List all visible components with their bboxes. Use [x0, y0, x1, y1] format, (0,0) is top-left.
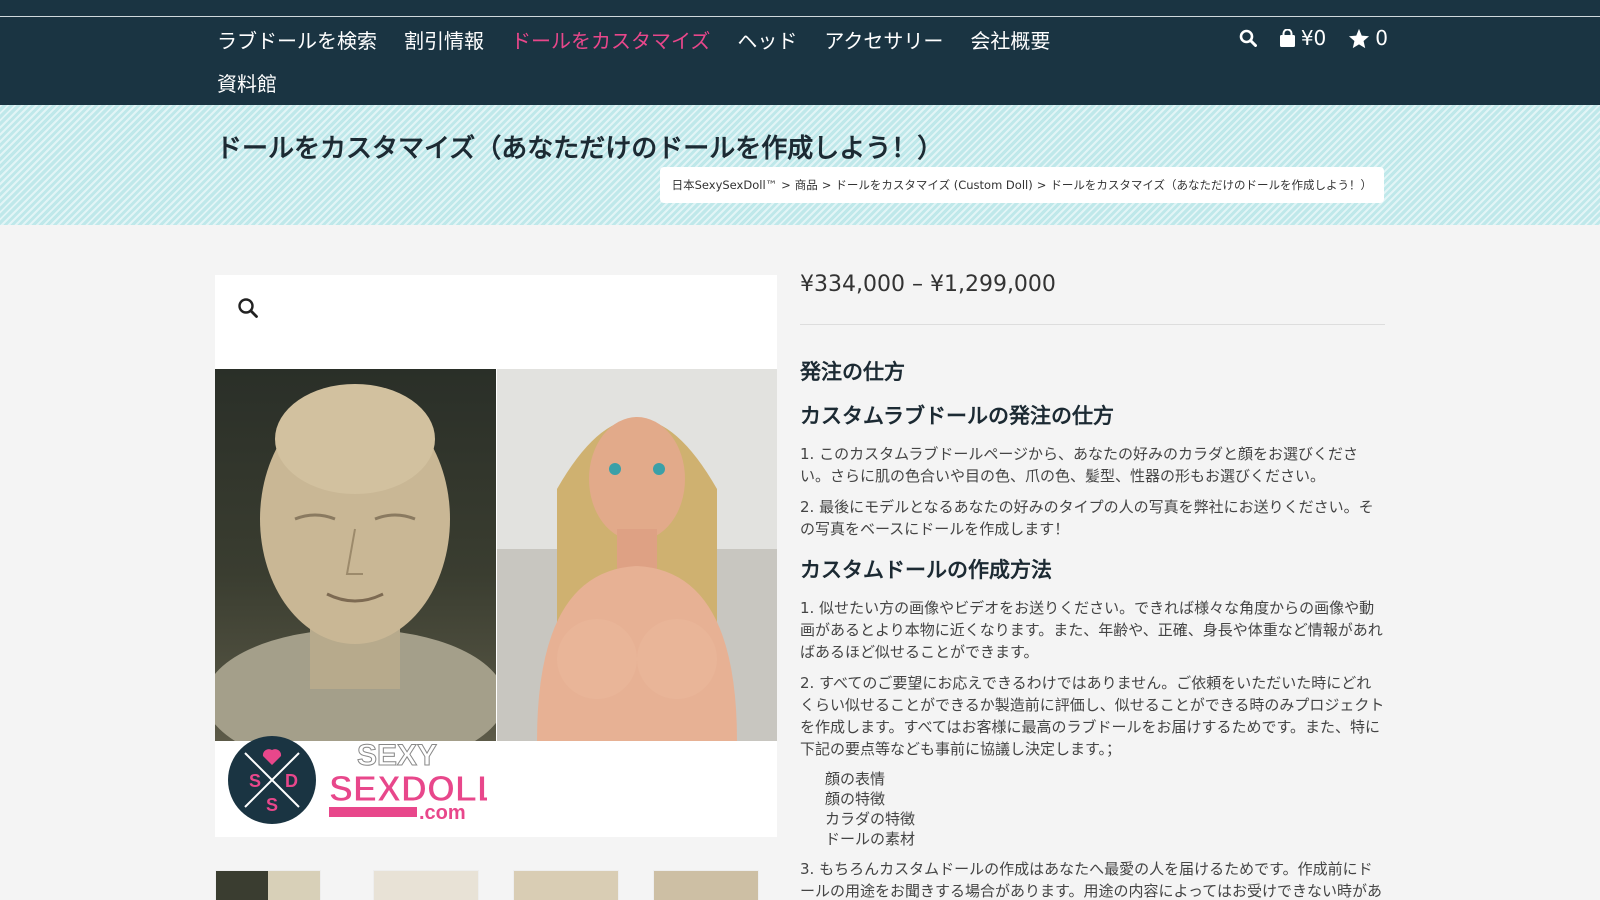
thumbnail-strip	[215, 870, 777, 900]
heading-how-to-order: 発注の仕方	[800, 360, 905, 384]
product-summary: ¥334,000 – ¥1,299,000 発注の仕方 カスタムラブドールの発注…	[800, 272, 1385, 900]
nav-item-company[interactable]: 会社概要	[970, 25, 1050, 54]
logo-letter-s-left: S	[249, 771, 261, 791]
cart-total: ¥0	[1300, 26, 1327, 50]
nav-item-customize-doll[interactable]: ドールをカスタマイズ	[511, 25, 710, 54]
header-top-line	[0, 16, 1600, 17]
breadcrumb-separator: >	[1036, 178, 1047, 192]
brand-logo: S D S SEXY SEXDOLL .com	[227, 735, 500, 835]
nav-item-library[interactable]: 資料館	[217, 68, 277, 97]
header-tools: ¥0 0	[1217, 26, 1388, 50]
nav-item-search-dolls[interactable]: ラブドールを検索	[217, 25, 377, 54]
wishlist-button[interactable]: 0	[1348, 26, 1388, 50]
breadcrumb-products[interactable]: 商品	[795, 178, 818, 192]
method-step-1: 1. 似せたい方の画像やビデオをお送りください。できれば様々な角度からの画像や動…	[800, 599, 1383, 661]
nav-row-1: ラブドールを検索 割引情報 ドールをカスタマイズ ヘッド アクセサリー 会社概要	[217, 24, 1077, 54]
product-gallery[interactable]: S D S SEXY SEXDOLL .com	[215, 275, 777, 837]
breadcrumb-category[interactable]: ドールをカスタマイズ (Custom Doll)	[835, 178, 1032, 192]
main-nav: ラブドールを検索 割引情報 ドールをカスタマイズ ヘッド アクセサリー 会社概要…	[217, 24, 1077, 97]
list-item: 顔の特徴	[825, 790, 886, 808]
breadcrumb-separator: >	[821, 178, 832, 192]
zoom-icon[interactable]	[237, 297, 259, 319]
cart-button[interactable]: ¥0	[1279, 26, 1326, 50]
logo-text-com: .com	[419, 802, 466, 824]
search-icon	[1239, 29, 1257, 47]
consultation-points: 顔の表情 顔の特徴 カラダの特徴 ドールの素材	[800, 769, 1385, 849]
thumbnail-2[interactable]	[373, 870, 479, 900]
shopping-bag-icon	[1279, 28, 1295, 47]
price-range: ¥334,000 – ¥1,299,000	[800, 272, 1056, 297]
breadcrumb-separator: >	[781, 178, 791, 192]
heading-custom-order: カスタムラブドールの発注の仕方	[800, 404, 1114, 428]
nav-row-2: 資料館	[217, 67, 1077, 97]
thumbnail-3[interactable]	[513, 870, 619, 900]
method-step-2: 2. すべてのご要望にお応えできるわけではありません。ご依頼をいただいた時にどれ…	[800, 674, 1385, 758]
doll-illustration	[497, 369, 777, 741]
price-divider	[800, 324, 1385, 325]
nav-item-heads[interactable]: ヘッド	[737, 25, 797, 54]
search-button[interactable]	[1239, 29, 1257, 47]
wishlist-count: 0	[1375, 26, 1388, 50]
breadcrumb: 日本SexySexDoll™ > 商品 > ドールをカスタマイズ (Custom Dol…	[659, 167, 1384, 203]
list-item: 顔の表情	[825, 770, 886, 788]
order-step-1: 1. このカスタムラブドールページから、あなたの好みのカラダと顔をお選びください…	[800, 445, 1359, 485]
page-title: ドールをカスタマイズ（あなただけのドールを作成しよう！）	[216, 134, 944, 164]
title-band: ドールをカスタマイズ（あなただけのドールを作成しよう！） 日本SexySexDo…	[0, 105, 1600, 225]
logo-letter-d: D	[285, 771, 298, 791]
product-main: S D S SEXY SEXDOLL .com ¥334,000 – ¥1,29…	[0, 225, 1600, 900]
nav-item-accessories[interactable]: アクセサリー	[824, 25, 943, 54]
star-icon	[1349, 28, 1370, 48]
thumbnail-4[interactable]	[653, 870, 759, 900]
list-item: カラダの特徴	[825, 810, 916, 828]
product-photo-doll	[497, 369, 777, 741]
thumbnail-1[interactable]	[215, 870, 321, 900]
breadcrumb-current: ドールをカスタマイズ（あなただけのドールを作成しよう！）	[1050, 178, 1372, 192]
head-mold-illustration	[215, 384, 496, 741]
site-header: ラブドールを検索 割引情報 ドールをカスタマイズ ヘッド アクセサリー 会社概要…	[0, 0, 1600, 105]
heading-creation-method: カスタムドールの作成方法	[800, 558, 1052, 582]
product-photo-head-mold	[215, 369, 496, 741]
nav-item-discounts[interactable]: 割引情報	[404, 25, 484, 54]
method-step-3: 3. もちろんカスタムドールの作成はあなたへ最愛の人を届けるためです。作成前にド…	[800, 860, 1383, 900]
logo-letter-s-bottom: S	[266, 795, 278, 815]
breadcrumb-home[interactable]: 日本SexySexDoll™	[672, 178, 778, 192]
order-step-2: 2. 最後にモデルとなるあなたの好みのタイプの人の写真を弊社にお送りください。そ…	[800, 498, 1374, 538]
list-item: ドールの素材	[825, 830, 916, 848]
